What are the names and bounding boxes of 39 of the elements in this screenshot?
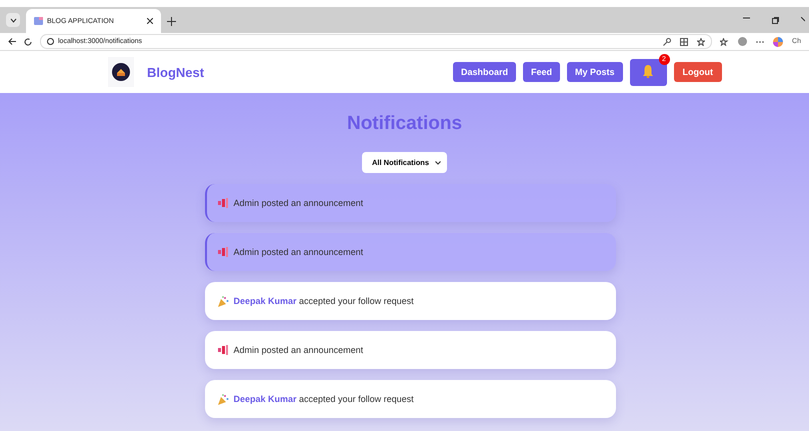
tab-list-button[interactable] bbox=[6, 13, 20, 27]
notification-card[interactable]: Admin posted an announcement bbox=[204, 233, 616, 271]
notification-text: Admin posted an announcement bbox=[234, 198, 364, 208]
notification-card[interactable]: Admin posted an announcement bbox=[204, 331, 616, 369]
site-icon bbox=[34, 17, 43, 25]
logo-icon[interactable] bbox=[112, 63, 130, 81]
brand-name[interactable]: BlogNest bbox=[147, 64, 204, 80]
notification-text: Deepak Kumar accepted your follow request bbox=[234, 296, 414, 306]
info-icon bbox=[47, 38, 54, 45]
logout-button[interactable]: Logout bbox=[674, 62, 722, 82]
notification-text: Deepak Kumar accepted your follow request bbox=[234, 394, 414, 404]
notification-text: Admin posted an announcement bbox=[234, 247, 364, 257]
party-popper-icon bbox=[218, 394, 228, 404]
page-title: Notifications bbox=[346, 113, 462, 136]
back-icon[interactable] bbox=[8, 38, 16, 45]
minimize-icon[interactable] bbox=[743, 17, 750, 19]
grid-icon[interactable] bbox=[680, 38, 688, 46]
megaphone-icon bbox=[218, 198, 228, 208]
notification-text: Admin posted an announcement bbox=[234, 345, 364, 355]
bell-icon bbox=[642, 64, 654, 78]
restore-icon[interactable] bbox=[772, 17, 779, 24]
star-icon[interactable] bbox=[697, 38, 706, 46]
megaphone-icon bbox=[218, 247, 228, 257]
notification-card[interactable]: Deepak Kumar accepted your follow request bbox=[204, 282, 616, 320]
reload-icon[interactable] bbox=[24, 38, 32, 46]
copilot-icon[interactable] bbox=[773, 36, 784, 46]
chevron-icon bbox=[10, 18, 16, 22]
party-popper-icon bbox=[218, 296, 228, 306]
key-icon[interactable] bbox=[663, 38, 672, 46]
favorites-icon[interactable] bbox=[720, 38, 730, 46]
notification-card[interactable]: Deepak Kumar accepted your follow request bbox=[204, 380, 616, 418]
chevron-icon bbox=[435, 160, 442, 164]
profile-avatar[interactable] bbox=[738, 37, 748, 46]
nav-button[interactable]: Dashboard bbox=[452, 62, 516, 82]
nav-button[interactable]: Feed bbox=[522, 62, 560, 82]
new-tab-icon[interactable] bbox=[167, 17, 176, 26]
megaphone-icon bbox=[218, 345, 228, 355]
nav-button[interactable]: My Posts bbox=[566, 62, 622, 82]
notification-card[interactable]: Admin posted an announcement bbox=[204, 184, 616, 222]
